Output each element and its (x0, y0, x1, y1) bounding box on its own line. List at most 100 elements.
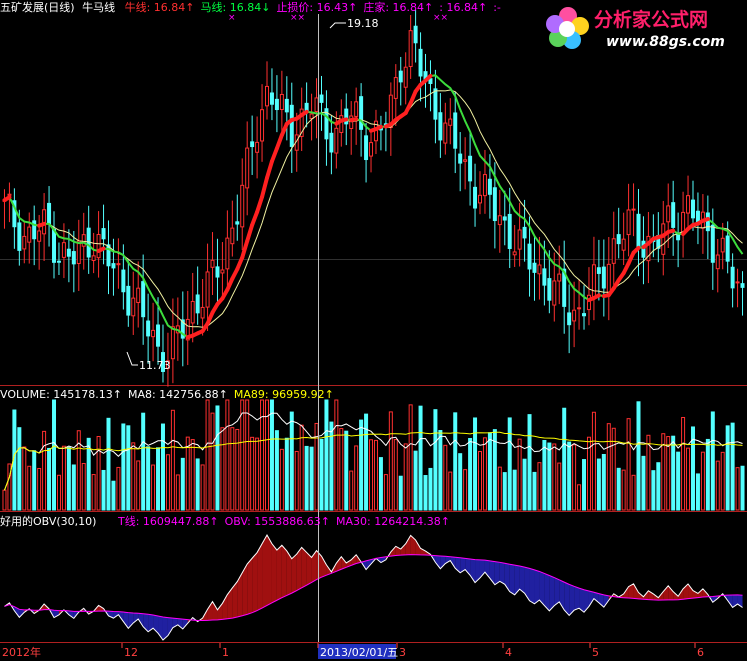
volume-bar (468, 438, 473, 511)
candle-body (735, 281, 740, 284)
signal-marks-0: ×× (290, 13, 306, 23)
volume-bar (66, 446, 71, 511)
volume-bar (631, 474, 636, 511)
obv-fill-segment (519, 565, 525, 594)
candle-body (151, 329, 156, 338)
volume-bar (621, 469, 626, 511)
volume-bar (562, 407, 567, 511)
volume-bar (408, 404, 413, 511)
volume-bar (210, 412, 215, 511)
volume-bar (512, 469, 517, 511)
volume-bar (284, 437, 289, 511)
volume-bars (2, 399, 745, 511)
candle-body (552, 280, 557, 306)
candle-body (705, 212, 710, 232)
obv-fill-segment (262, 535, 268, 609)
low-label: 11.73 (139, 359, 171, 372)
niu-line-segment (349, 117, 359, 123)
candle-body (170, 326, 175, 360)
candle-body (245, 147, 250, 189)
candle-body (131, 297, 136, 317)
volume-bar (71, 464, 76, 511)
niu-line-segment (373, 124, 383, 132)
obv-indicator-1: OBV: 1553886.63↑ (224, 515, 330, 528)
candle-body (710, 224, 715, 263)
candle-body (577, 307, 582, 310)
candle-body (235, 221, 240, 225)
candle-body (230, 227, 235, 245)
volume-bar (463, 469, 468, 511)
candle-body (22, 235, 27, 250)
volume-bar (106, 417, 111, 511)
volume-bar (269, 399, 274, 511)
volume-bar (557, 462, 562, 511)
volume-bar (596, 458, 601, 511)
volume-bar (740, 465, 745, 511)
candle-body (37, 230, 42, 242)
obv-fill-segment (301, 547, 307, 588)
volume-bar (200, 464, 205, 511)
candle-body (497, 215, 502, 226)
volume-bar (715, 460, 720, 511)
candle-body (611, 238, 616, 264)
candle-body (502, 216, 507, 221)
site-logo: 分析家公式网 www.88gs.com (546, 7, 725, 50)
candle-body (61, 242, 66, 258)
volume-panel-header: VOLUME: 145178.13↑ MA8: 142756.88↑ MA89: 9… (0, 388, 340, 401)
volume-bar (274, 430, 279, 511)
candle-body (225, 237, 230, 270)
candle-body (195, 294, 200, 314)
volume-bar (656, 462, 661, 511)
candle-body (269, 92, 274, 105)
volume-bar (180, 457, 185, 511)
obv-fill-segment (400, 543, 406, 556)
candle-body (255, 141, 260, 153)
volume-bar (700, 451, 705, 511)
obv-fill-segment (257, 543, 263, 611)
high-label: 19.18 (347, 17, 379, 30)
niu-line-segment (269, 146, 279, 164)
candle-body (532, 262, 537, 273)
time-label: 6 (697, 646, 704, 659)
volume-bar (47, 447, 52, 511)
price-candles (2, 9, 745, 387)
candle-body (76, 240, 81, 264)
volume-bar (477, 451, 482, 511)
obv-fill-segment (549, 575, 555, 611)
volume-bar (458, 453, 463, 511)
candle-body (116, 263, 121, 266)
volume-bar (111, 480, 116, 511)
volume-bar (2, 489, 7, 511)
obv-fill-segment (212, 601, 218, 621)
candle-body (616, 234, 621, 245)
volume-bar (52, 399, 57, 511)
volume-bar (487, 432, 492, 511)
candle-body (557, 273, 562, 282)
niu-line-segment (37, 221, 47, 228)
price-indicator-2: 止损价: 16.43↑ (276, 1, 358, 14)
volume-bar (710, 411, 715, 511)
candle-body (81, 234, 86, 247)
obv-fill-segment (529, 568, 535, 604)
candle-body (621, 238, 626, 251)
volume-bar (131, 442, 136, 511)
volume-bar (428, 467, 433, 511)
time-label: 4 (505, 646, 512, 659)
volume-bar (349, 470, 354, 511)
candle-body (339, 115, 344, 133)
candle-body (690, 199, 695, 219)
candle-body (507, 213, 512, 249)
candle-body (354, 101, 359, 117)
candle-body (314, 97, 319, 113)
candle-body (473, 186, 478, 209)
candle-body (715, 254, 720, 270)
volume-bar (160, 423, 165, 511)
volume-bar (527, 414, 532, 511)
volume-bar (32, 450, 37, 511)
volume-bar (567, 441, 572, 511)
volume-bar (126, 425, 131, 511)
candle-body (626, 209, 631, 236)
volume-bar (413, 450, 418, 511)
volume-bar (383, 474, 388, 511)
candle-body (71, 251, 76, 265)
